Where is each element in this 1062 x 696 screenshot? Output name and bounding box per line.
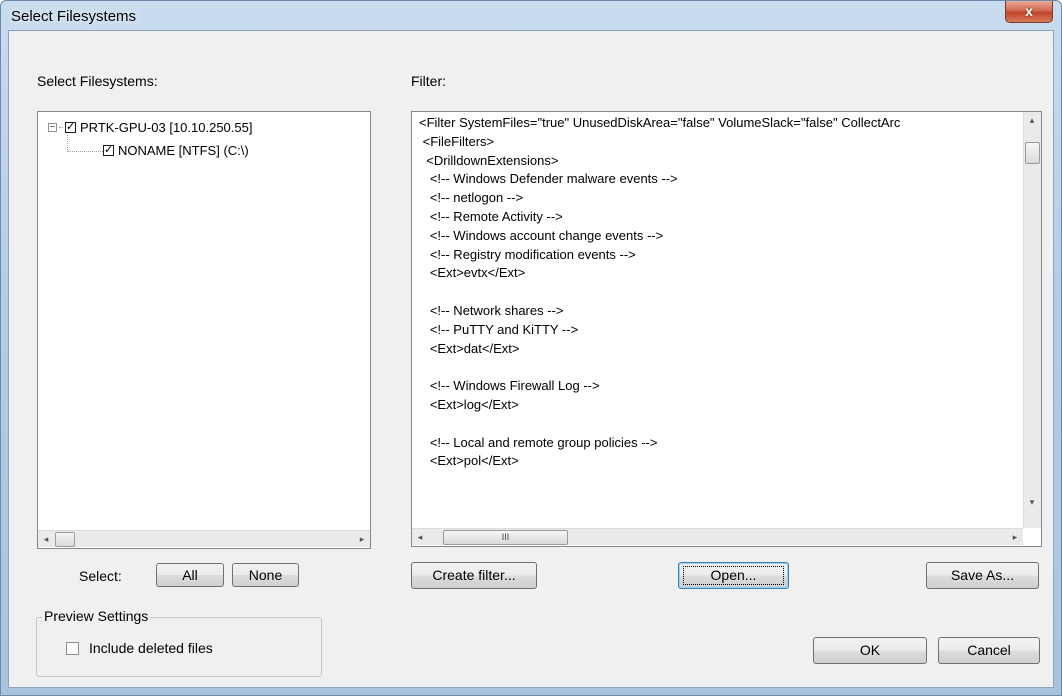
scroll-grip-icon: III — [501, 532, 510, 542]
select-filesystems-label: Select Filesystems: — [37, 73, 158, 89]
filter-line: <Ext>pol</Ext> — [419, 453, 519, 469]
tree-item-child[interactable]: ✓ NONAME [NTFS] (C:\) — [103, 143, 249, 158]
filter-line: <!-- Registry modification events --> — [419, 246, 636, 262]
include-deleted-option[interactable]: Include deleted files — [66, 640, 213, 656]
title-bar[interactable]: Select Filesystems x — [1, 1, 1061, 31]
filter-line: <DrilldownExtensions> — [419, 152, 559, 168]
filesystem-tree[interactable]: − ✓ PRTK-GPU-03 [10.10.250.55] ✓ NONAME … — [37, 111, 371, 549]
filter-line: <FileFilters> — [419, 133, 495, 149]
window-title: Select Filesystems — [11, 8, 137, 25]
filter-line — [419, 283, 900, 302]
scroll-right-arrow-icon[interactable]: ▸ — [1007, 529, 1023, 545]
filter-line: <!-- Windows account change events --> — [419, 227, 664, 243]
scroll-down-arrow-icon[interactable]: ▾ — [1024, 494, 1040, 510]
child-checkbox[interactable]: ✓ — [103, 145, 114, 156]
scroll-left-arrow-icon[interactable]: ◂ — [412, 529, 428, 545]
scroll-right-arrow-icon[interactable]: ▸ — [354, 531, 370, 547]
filter-line — [419, 415, 900, 434]
filter-line: <Ext>log</Ext> — [419, 396, 519, 412]
tree-item-root[interactable]: − ✓ PRTK-GPU-03 [10.10.250.55] — [48, 120, 252, 135]
filter-line: <Filter SystemFiles="true" UnusedDiskAre… — [419, 115, 901, 130]
save-as-button[interactable]: Save As... — [926, 562, 1039, 589]
tree-connector — [67, 135, 103, 152]
scroll-up-arrow-icon[interactable]: ▴ — [1024, 112, 1040, 128]
filter-line: <Ext>dat</Ext> — [419, 340, 520, 356]
open-button[interactable]: Open... — [678, 562, 789, 589]
scroll-thumb[interactable] — [55, 532, 75, 547]
root-checkbox[interactable]: ✓ — [65, 122, 76, 133]
horizontal-scroll-thumb[interactable]: III — [443, 530, 568, 545]
filter-line: <!-- PuTTY and KiTTY --> — [419, 321, 579, 337]
ok-button[interactable]: OK — [813, 637, 927, 664]
preview-settings-legend: Preview Settings — [42, 608, 151, 624]
select-none-button[interactable]: None — [232, 563, 299, 587]
filter-line: <Ext>evtx</Ext> — [419, 265, 526, 281]
tree-horizontal-scrollbar[interactable]: ◂ ▸ — [38, 530, 370, 547]
scroll-left-arrow-icon[interactable]: ◂ — [38, 531, 54, 547]
include-deleted-label: Include deleted files — [89, 640, 213, 656]
filter-text-area[interactable]: <Filter SystemFiles="true" UnusedDiskAre… — [411, 111, 1042, 547]
tree-item-root-label: PRTK-GPU-03 [10.10.250.55] — [80, 120, 253, 135]
filter-text-content: <Filter SystemFiles="true" UnusedDiskAre… — [419, 114, 900, 471]
tree-item-child-label: NONAME [NTFS] (C:\) — [118, 143, 249, 158]
filter-line: <!-- Local and remote group policies --> — [419, 434, 658, 450]
filter-line: <!-- Windows Firewall Log --> — [419, 378, 600, 394]
close-button[interactable]: x — [1005, 1, 1053, 23]
close-icon: x — [1025, 3, 1033, 19]
include-deleted-checkbox[interactable] — [66, 641, 79, 655]
filter-vertical-scrollbar[interactable]: ▴ ▾ — [1023, 112, 1041, 528]
preview-settings-group: Preview Settings Include deleted files — [36, 608, 322, 677]
filter-line: <!-- Network shares --> — [419, 302, 564, 318]
vertical-scroll-thumb[interactable] — [1025, 142, 1040, 164]
collapse-icon[interactable]: − — [48, 123, 57, 133]
filter-line: <!-- netlogon --> — [419, 190, 524, 206]
filter-line — [419, 358, 900, 377]
filter-horizontal-scrollbar[interactable]: ◂ III ▸ — [412, 528, 1023, 545]
filter-line: <!-- Remote Activity --> — [419, 208, 563, 224]
select-all-button[interactable]: All — [156, 563, 224, 587]
create-filter-button[interactable]: Create filter... — [411, 562, 537, 589]
select-label: Select: — [79, 568, 122, 584]
filter-line: <!-- Windows Defender malware events --> — [419, 171, 678, 187]
focus-indicator — [683, 566, 784, 585]
filter-label: Filter: — [411, 73, 446, 89]
cancel-button[interactable]: Cancel — [938, 637, 1040, 664]
tree-connector — [59, 127, 63, 128]
